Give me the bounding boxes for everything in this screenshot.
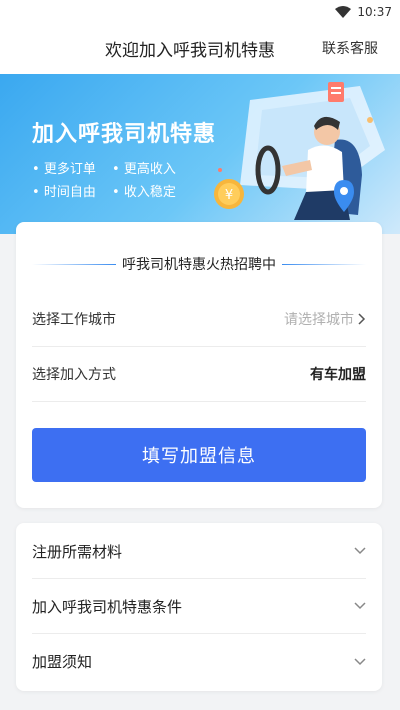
contact-service-button[interactable]: 联系客服 xyxy=(322,38,378,58)
driver-illustration: ¥ xyxy=(214,82,385,220)
accordion-item-label: 注册所需材料 xyxy=(32,542,123,561)
join-method-label: 选择加入方式 xyxy=(32,367,116,383)
join-method-row[interactable]: 选择加入方式 有车加盟 xyxy=(32,347,366,402)
header: 欢迎加入呼我司机特惠 联系客服 xyxy=(0,24,400,74)
title-divider-right xyxy=(282,263,366,265)
recruit-card: 呼我司机特惠火热招聘中 选择工作城市 请选择城市 选择加入方式 有车加盟 填写加… xyxy=(16,222,382,508)
join-method-value[interactable]: 有车加盟 xyxy=(310,364,366,384)
banner-headline: 加入呼我司机特惠 xyxy=(32,122,217,147)
promo-banner: 加入呼我司机特惠 更多订单 更高收入 时间自由 收入稳定 ¥ xyxy=(0,74,400,234)
status-time: 10:37 xyxy=(357,5,392,19)
wifi-icon xyxy=(335,6,352,18)
city-select[interactable]: 请选择城市 xyxy=(284,309,366,329)
chevron-right-icon xyxy=(358,313,366,325)
perk-item: 更高收入 xyxy=(112,158,202,177)
accordion-item-label: 加入呼我司机特惠条件 xyxy=(32,597,183,616)
fill-info-button[interactable]: 填写加盟信息 xyxy=(32,428,366,482)
chevron-down-icon xyxy=(354,547,366,555)
title-divider-left xyxy=(32,263,116,265)
perk-item: 更多订单 xyxy=(32,158,112,177)
chevron-down-icon xyxy=(354,657,366,665)
perk-item: 收入稳定 xyxy=(112,181,202,200)
city-select-row[interactable]: 选择工作城市 请选择城市 xyxy=(32,292,366,347)
banner-perks: 更多订单 更高收入 时间自由 收入稳定 xyxy=(32,158,202,200)
status-bar: 10:37 xyxy=(0,0,400,24)
city-placeholder: 请选择城市 xyxy=(284,312,354,328)
accordion-item-materials[interactable]: 注册所需材料 xyxy=(32,524,366,579)
page-title: 欢迎加入呼我司机特惠 xyxy=(105,41,275,61)
recruit-title: 呼我司机特惠火热招聘中 xyxy=(32,254,366,274)
chevron-down-icon xyxy=(354,602,366,610)
info-accordion: 注册所需材料 加入呼我司机特惠条件 加盟须知 xyxy=(16,523,382,691)
accordion-item-label: 加盟须知 xyxy=(32,653,93,671)
accordion-item-notice[interactable]: 加盟须知 xyxy=(32,634,366,689)
perk-item: 时间自由 xyxy=(32,181,112,200)
recruit-title-text: 呼我司机特惠火热招聘中 xyxy=(122,257,276,273)
accordion-item-conditions[interactable]: 加入呼我司机特惠条件 xyxy=(32,579,366,634)
coin-symbol: ¥ xyxy=(225,188,233,203)
city-label: 选择工作城市 xyxy=(32,312,116,328)
